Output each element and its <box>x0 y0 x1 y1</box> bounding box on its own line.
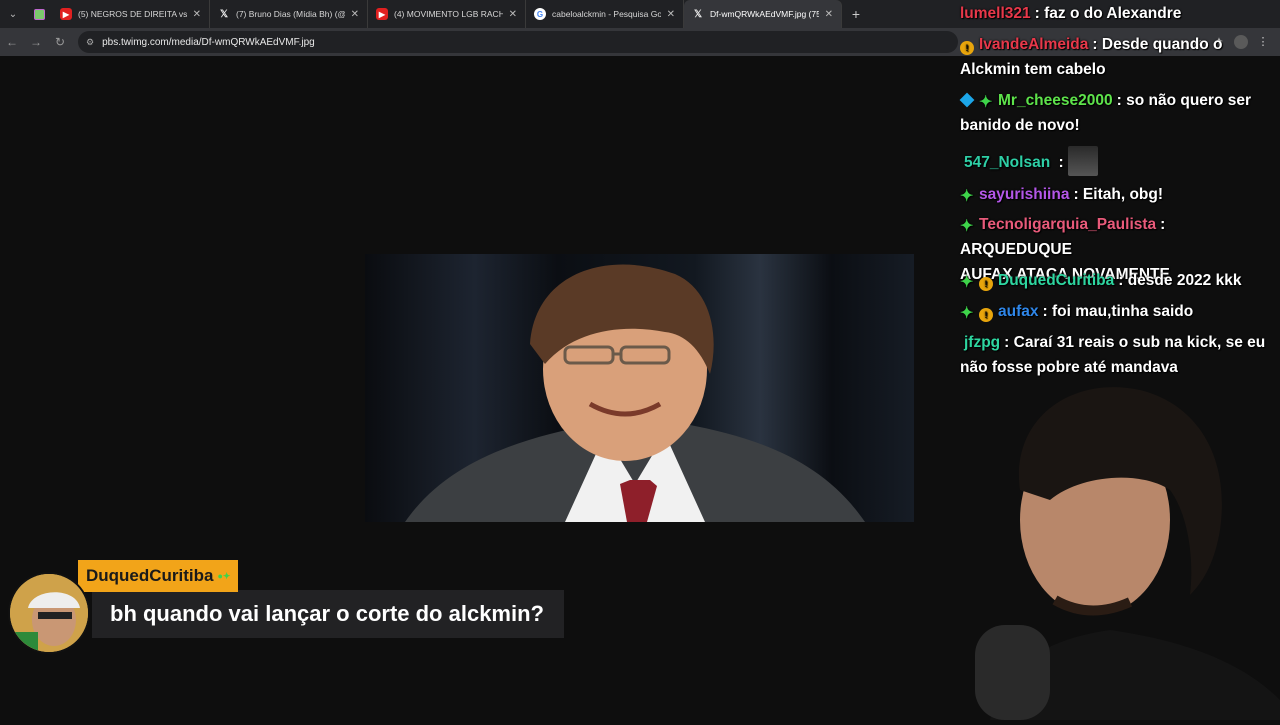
close-icon[interactable]: ✕ <box>825 9 833 20</box>
close-icon[interactable]: ✕ <box>667 9 675 20</box>
pinned-tab[interactable] <box>26 0 52 28</box>
tab-2[interactable]: 𝕏 (7) Bruno Dias (Mídia Bh) (@Br ✕ <box>210 0 368 28</box>
chat-text: : desde 2022 kkk <box>1118 272 1242 289</box>
streamer-webcam <box>970 380 1280 720</box>
highlight-username: DuquedCuritiba ●✦ <box>78 560 239 592</box>
chat-text: : Desde quando o <box>1092 36 1223 53</box>
chat-message: lumell321: faz o do Alexandre <box>960 1 1181 26</box>
badges-icon: ●✦ <box>217 570 231 581</box>
chat-message: ✦ Mr_cheese2000: so não quero ser banido … <box>959 88 1251 138</box>
url-field[interactable]: ⚙ pbs.twimg.com/media/Df-wmQRWkAEdVMF.jp… <box>78 31 958 53</box>
streamer-silhouette <box>975 387 1280 720</box>
chat-text-cont: banido de novo! <box>960 117 1080 134</box>
chat-username: lumell321 <box>960 5 1031 22</box>
highlight-message: bh quando vai lançar o corte do alckmin? <box>92 590 564 638</box>
tab-5-active[interactable]: 𝕏 Df-wmQRWkAEdVMF.jpg (750 ✕ <box>684 0 842 28</box>
gold-badge-icon: ! <box>960 41 974 55</box>
chat-username: 547_Nolsan <box>964 154 1051 171</box>
gold-badge-icon: ! <box>979 277 993 291</box>
back-icon[interactable]: ← <box>0 28 24 56</box>
tab-title: Df-wmQRWkAEdVMF.jpg (750 <box>710 9 819 19</box>
chat-message: ✦! aufax: foi mau,tinha saido <box>960 299 1193 324</box>
tab-title: cabeloalckmin - Pesquisa Goog <box>552 9 661 19</box>
tab-title: (5) NEGROS DE DIREITA vs NEG <box>78 9 187 19</box>
close-icon[interactable]: ✕ <box>193 9 201 20</box>
chat-text-cont: não fosse pobre até mandava <box>960 359 1178 376</box>
chat-username: IvandeAlmeida <box>979 36 1089 53</box>
youtube-icon: ▶ <box>60 8 72 20</box>
chat-message: ✦ sayurishiina: Eitah, obg! <box>960 182 1163 207</box>
chat-text: : Caraí 31 reais o sub na kick, se eu <box>1004 334 1266 351</box>
chat-text: : faz o do Alexandre <box>1034 5 1182 22</box>
x-icon: 𝕏 <box>219 8 229 20</box>
youtube-icon: ▶ <box>376 8 388 20</box>
viewed-image <box>365 254 914 522</box>
chat-message: 547_Nolsan : <box>964 146 1098 176</box>
tab-search-icon[interactable]: ⌄ <box>0 0 26 28</box>
extension-icon <box>33 8 45 20</box>
tab-1[interactable]: ▶ (5) NEGROS DE DIREITA vs NEG ✕ <box>52 0 210 28</box>
chat-message: jfzpg: Caraí 31 reais o sub na kick, se … <box>960 330 1266 380</box>
star-badge-icon: ✦ <box>960 218 974 235</box>
forward-icon[interactable]: → <box>24 28 48 56</box>
portrait-illustration <box>365 254 914 522</box>
chat-username: Mr_cheese2000 <box>998 92 1113 109</box>
tab-3[interactable]: ▶ (4) MOVIMENTO LGB RACHA C ✕ <box>368 0 526 28</box>
close-icon[interactable]: ✕ <box>351 9 359 20</box>
star-badge-icon: ✦ <box>960 274 974 291</box>
reload-icon[interactable]: ↻ <box>48 28 72 56</box>
highlight-username-text: DuquedCuritiba <box>86 566 214 585</box>
chat-message: ! IvandeAlmeida: Desde quando o Alckmin t… <box>960 32 1222 82</box>
chat-username: Tecnoligarquia_Paulista <box>979 216 1157 233</box>
star-badge-icon: ✦ <box>960 188 974 205</box>
chat-username: aufax <box>998 303 1039 320</box>
new-tab-button[interactable]: + <box>842 0 870 28</box>
chat-text: : Eitah, obg! <box>1073 186 1164 203</box>
close-icon[interactable]: ✕ <box>509 9 517 20</box>
tab-title: (7) Bruno Dias (Mídia Bh) (@Br <box>236 9 345 19</box>
tab-4[interactable]: G cabeloalckmin - Pesquisa Goog ✕ <box>526 0 684 28</box>
chat-username: sayurishiina <box>979 186 1070 203</box>
gold-badge-icon: ! <box>979 308 993 322</box>
cube-badge-icon <box>959 92 975 108</box>
google-icon: G <box>534 8 546 20</box>
stream-chat: lumell321: faz o do Alexandre ! IvandeAlm… <box>955 0 1280 390</box>
star-badge-icon: ✦ <box>960 305 974 322</box>
highlight-avatar <box>8 572 90 654</box>
emote-image <box>1067 146 1098 176</box>
chat-text-cont: Alckmin tem cabelo <box>960 61 1106 78</box>
chat-text: : so não quero ser <box>1116 92 1251 109</box>
avatar-illustration <box>10 574 88 652</box>
chat-text: : foi mau,tinha saido <box>1042 303 1194 320</box>
x-icon: 𝕏 <box>693 8 703 20</box>
chat-username: jfzpg <box>964 334 1001 351</box>
url-text: pbs.twimg.com/media/Df-wmQRWkAEdVMF.jpg <box>102 36 315 48</box>
chat-message: ✦! DuquedCuritiba: desde 2022 kkk <box>960 268 1241 293</box>
site-info-icon[interactable]: ⚙ <box>86 37 94 48</box>
tab-title: (4) MOVIMENTO LGB RACHA C <box>394 9 503 19</box>
star-badge-icon: ✦ <box>979 94 993 111</box>
chat-username: DuquedCuritiba <box>998 272 1115 289</box>
chat-text: : <box>1054 154 1064 171</box>
highlighted-chat: bh quando vai lançar o corte do alckmin?… <box>0 560 640 670</box>
